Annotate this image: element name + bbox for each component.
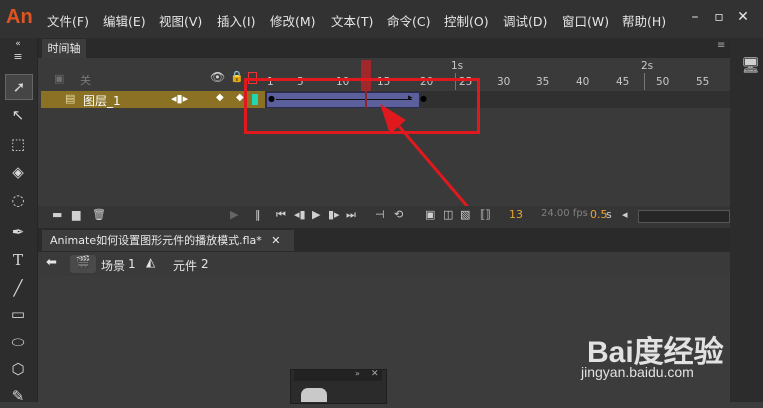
pen-tool-icon[interactable]: ✒ [5, 220, 31, 244]
frame-number: 45 [616, 76, 630, 88]
panel-expand-icon[interactable]: » [355, 369, 360, 378]
text-tool-icon[interactable]: T [5, 248, 31, 272]
oval-tool-icon[interactable]: ⬭ [5, 330, 31, 354]
menu-text[interactable]: 文本(T) [331, 11, 373, 30]
menu-file[interactable]: 文件(F) [47, 11, 89, 30]
selection-tool-icon[interactable]: ➚ [5, 74, 33, 100]
line-tool-icon[interactable]: ╱ [5, 276, 31, 300]
scene-number[interactable]: 1 [128, 257, 136, 271]
floating-panel[interactable]: » ✕ [290, 369, 387, 404]
layer-header-label: 关 [80, 74, 91, 87]
polystar-tool-icon[interactable]: ⬡ [5, 357, 31, 381]
timeline-tab-bar [38, 38, 730, 58]
menu-view[interactable]: 视图(V) [159, 11, 202, 30]
divider-icon: ‖ [255, 208, 261, 221]
lock-dot[interactable]: ◆ [236, 92, 244, 103]
menu-commands[interactable]: 命令(C) [387, 11, 430, 30]
rectangle-tool-icon[interactable]: ▭ [5, 302, 31, 326]
document-tab[interactable]: Animate如何设置图形元件的播放模式.fla* ✕ [42, 230, 294, 251]
panel-close-icon[interactable]: ✕ [371, 369, 379, 379]
symbol-label[interactable]: 元件 [173, 257, 197, 274]
tab-timeline[interactable]: 时间轴 [42, 39, 86, 58]
new-folder-icon[interactable]: ▆ [72, 208, 80, 221]
frame-number: 40 [576, 76, 590, 88]
panel-menu-icon[interactable]: ≡ [717, 40, 725, 51]
visibility-dot[interactable]: ◆ [216, 92, 224, 103]
elapsed-time[interactable]: 0.5 [590, 208, 608, 221]
scene-label[interactable]: 场景 [101, 257, 125, 274]
tools-menu-icon[interactable]: ≡ [5, 50, 31, 64]
layer-name[interactable]: 图层_1 [83, 92, 121, 109]
loop-icon[interactable]: ⟲ [394, 208, 403, 221]
3d-rotation-tool-icon[interactable]: ◈ [5, 160, 31, 184]
collapse-tools-icon[interactable]: « [5, 38, 31, 50]
tools-panel: « ≡ ➚ ↖ ⬚ ◈ ◌ ✒ T ╱ ▭ ⬭ ⬡ ✎ [0, 38, 38, 405]
next-frame-icon[interactable]: ▮▸ [328, 208, 340, 221]
lasso-tool-icon[interactable]: ◌ [5, 188, 31, 212]
eye-icon[interactable]: 👁 [210, 70, 225, 84]
clapper-icon: 🎬 [70, 255, 96, 273]
ruler-second-2: 2s [641, 60, 654, 72]
layer-header-icon: ▣ [54, 72, 65, 85]
subselection-tool-icon[interactable]: ↖ [5, 103, 31, 127]
ruler-second-1: 1s [451, 60, 464, 72]
onion-markers-icon[interactable]: ⟦⟧ [480, 208, 491, 221]
document-title: Animate如何设置图形元件的播放模式.fla* [50, 234, 262, 247]
back-arrow-icon[interactable]: ⬅ [46, 255, 57, 270]
layer-nav-icon[interactable]: ◂▮▸ [171, 92, 188, 105]
menu-edit[interactable]: 编辑(E) [103, 11, 146, 30]
watermark-url: jingyan.baidu.com [581, 364, 694, 380]
menu-insert[interactable]: 插入(I) [217, 11, 255, 30]
menu-window[interactable]: 窗口(W) [562, 11, 609, 30]
first-frame-icon[interactable]: ⏮ [276, 208, 286, 222]
trash-icon[interactable]: 🗑 [92, 208, 106, 221]
menu-bar: An 文件(F) 编辑(E) 视图(V) 插入(I) 修改(M) 文本(T) 命… [0, 0, 763, 38]
center-frame-icon[interactable]: ⊣ [375, 208, 385, 221]
elapsed-unit: s [606, 208, 612, 221]
new-layer-icon[interactable]: ▬ [52, 208, 62, 221]
app-logo: An [6, 6, 33, 28]
close-window-button[interactable]: ✕ [732, 4, 754, 30]
restore-button[interactable]: ▫ [708, 4, 730, 30]
frame-number: 30 [497, 76, 511, 88]
onion-skin-icon[interactable]: ▣ [425, 208, 435, 221]
play-icon[interactable]: ▶ [312, 208, 320, 221]
minimize-button[interactable]: – [684, 4, 706, 30]
scroll-left-icon[interactable]: ◂ [622, 208, 628, 221]
monitor-icon[interactable]: 🖥 [741, 56, 760, 74]
menu-modify[interactable]: 修改(M) [270, 11, 316, 30]
menu-help[interactable]: 帮助(H) [622, 11, 666, 30]
layer-icon: ▤ [65, 92, 76, 105]
edit-multiple-icon[interactable]: ▧ [460, 208, 470, 221]
camera-icon[interactable]: ▶ [230, 208, 238, 221]
prev-frame-icon[interactable]: ◂▮ [294, 208, 306, 221]
menu-debug[interactable]: 调试(D) [503, 11, 547, 30]
breadcrumb: ⬅ 🎬 场景 1 ◭ 元件 2 [38, 252, 730, 276]
onion-outline-icon[interactable]: ◫ [443, 208, 453, 221]
symbol-number[interactable]: 2 [201, 257, 209, 271]
lock-icon[interactable]: 🔒 [230, 70, 244, 83]
frame-number: 50 [656, 76, 670, 88]
pencil-tool-icon[interactable]: ✎ [5, 384, 31, 408]
right-dock: 🖥 [730, 38, 763, 402]
timeline-h-scrollbar[interactable] [638, 210, 730, 223]
menu-control[interactable]: 控制(O) [444, 11, 489, 30]
close-tab-icon[interactable]: ✕ [265, 234, 280, 247]
frame-number: 55 [696, 76, 710, 88]
symbol-icon: ◭ [146, 255, 156, 269]
layer-row[interactable]: ▤ 图层_1 ◂▮▸ ◆ ◆ [41, 91, 265, 108]
last-frame-icon[interactable]: ⏭ [346, 208, 356, 222]
free-transform-tool-icon[interactable]: ⬚ [5, 132, 31, 156]
frame-rate[interactable]: 24.00 fps [541, 208, 588, 219]
current-frame[interactable]: 13 [509, 208, 523, 221]
frame-number: 35 [536, 76, 550, 88]
